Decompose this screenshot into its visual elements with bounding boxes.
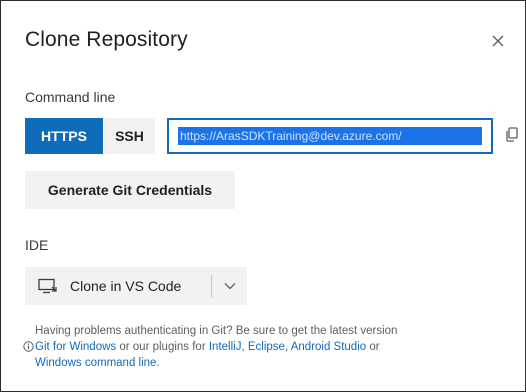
clone-url-selected-text: https://ArasSDKTraining@dev.azure.com/	[178, 127, 482, 145]
clone-in-vscode-split-button: Clone in VS Code	[25, 267, 247, 305]
clone-repository-dialog: Clone Repository Command line HTTPS SSH …	[0, 0, 526, 392]
help-text-plugins: or our plugins for	[116, 341, 209, 353]
dialog-title: Clone Repository	[25, 28, 188, 51]
clone-in-vscode-button[interactable]: Clone in VS Code	[25, 267, 211, 305]
intellij-link[interactable]: IntelliJ	[209, 341, 242, 353]
clone-in-vscode-label: Clone in VS Code	[70, 278, 182, 294]
help-text: Having problems authenticating in Git? B…	[23, 323, 505, 371]
git-for-windows-link[interactable]: Git for Windows	[35, 341, 116, 353]
command-line-label: Command line	[25, 89, 116, 105]
help-line-3: Windows command line.	[35, 355, 505, 371]
help-line-2: Git for Windows or our plugins for Intel…	[35, 339, 505, 355]
ide-label: IDE	[25, 237, 49, 253]
help-text-or: or	[366, 341, 380, 353]
https-toggle-button[interactable]: HTTPS	[25, 118, 103, 154]
clone-url-input[interactable]: https://ArasSDKTraining@dev.azure.com/	[167, 118, 493, 154]
windows-command-line-link[interactable]: Windows command line	[35, 357, 156, 369]
help-end: .	[156, 357, 160, 369]
help-line-1: Having problems authenticating in Git? B…	[35, 325, 398, 337]
android-studio-link[interactable]: Android Studio	[291, 341, 366, 353]
clone-options-dropdown[interactable]	[212, 267, 247, 305]
eclipse-link[interactable]: Eclipse	[248, 341, 285, 353]
vs-code-monitor-icon	[38, 278, 57, 294]
ssh-toggle-button[interactable]: SSH	[104, 118, 155, 154]
close-icon[interactable]	[489, 32, 507, 50]
copy-icon[interactable]	[505, 127, 519, 143]
chevron-down-icon	[224, 283, 235, 290]
generate-git-credentials-button[interactable]: Generate Git Credentials	[25, 171, 235, 209]
info-icon	[23, 341, 34, 352]
